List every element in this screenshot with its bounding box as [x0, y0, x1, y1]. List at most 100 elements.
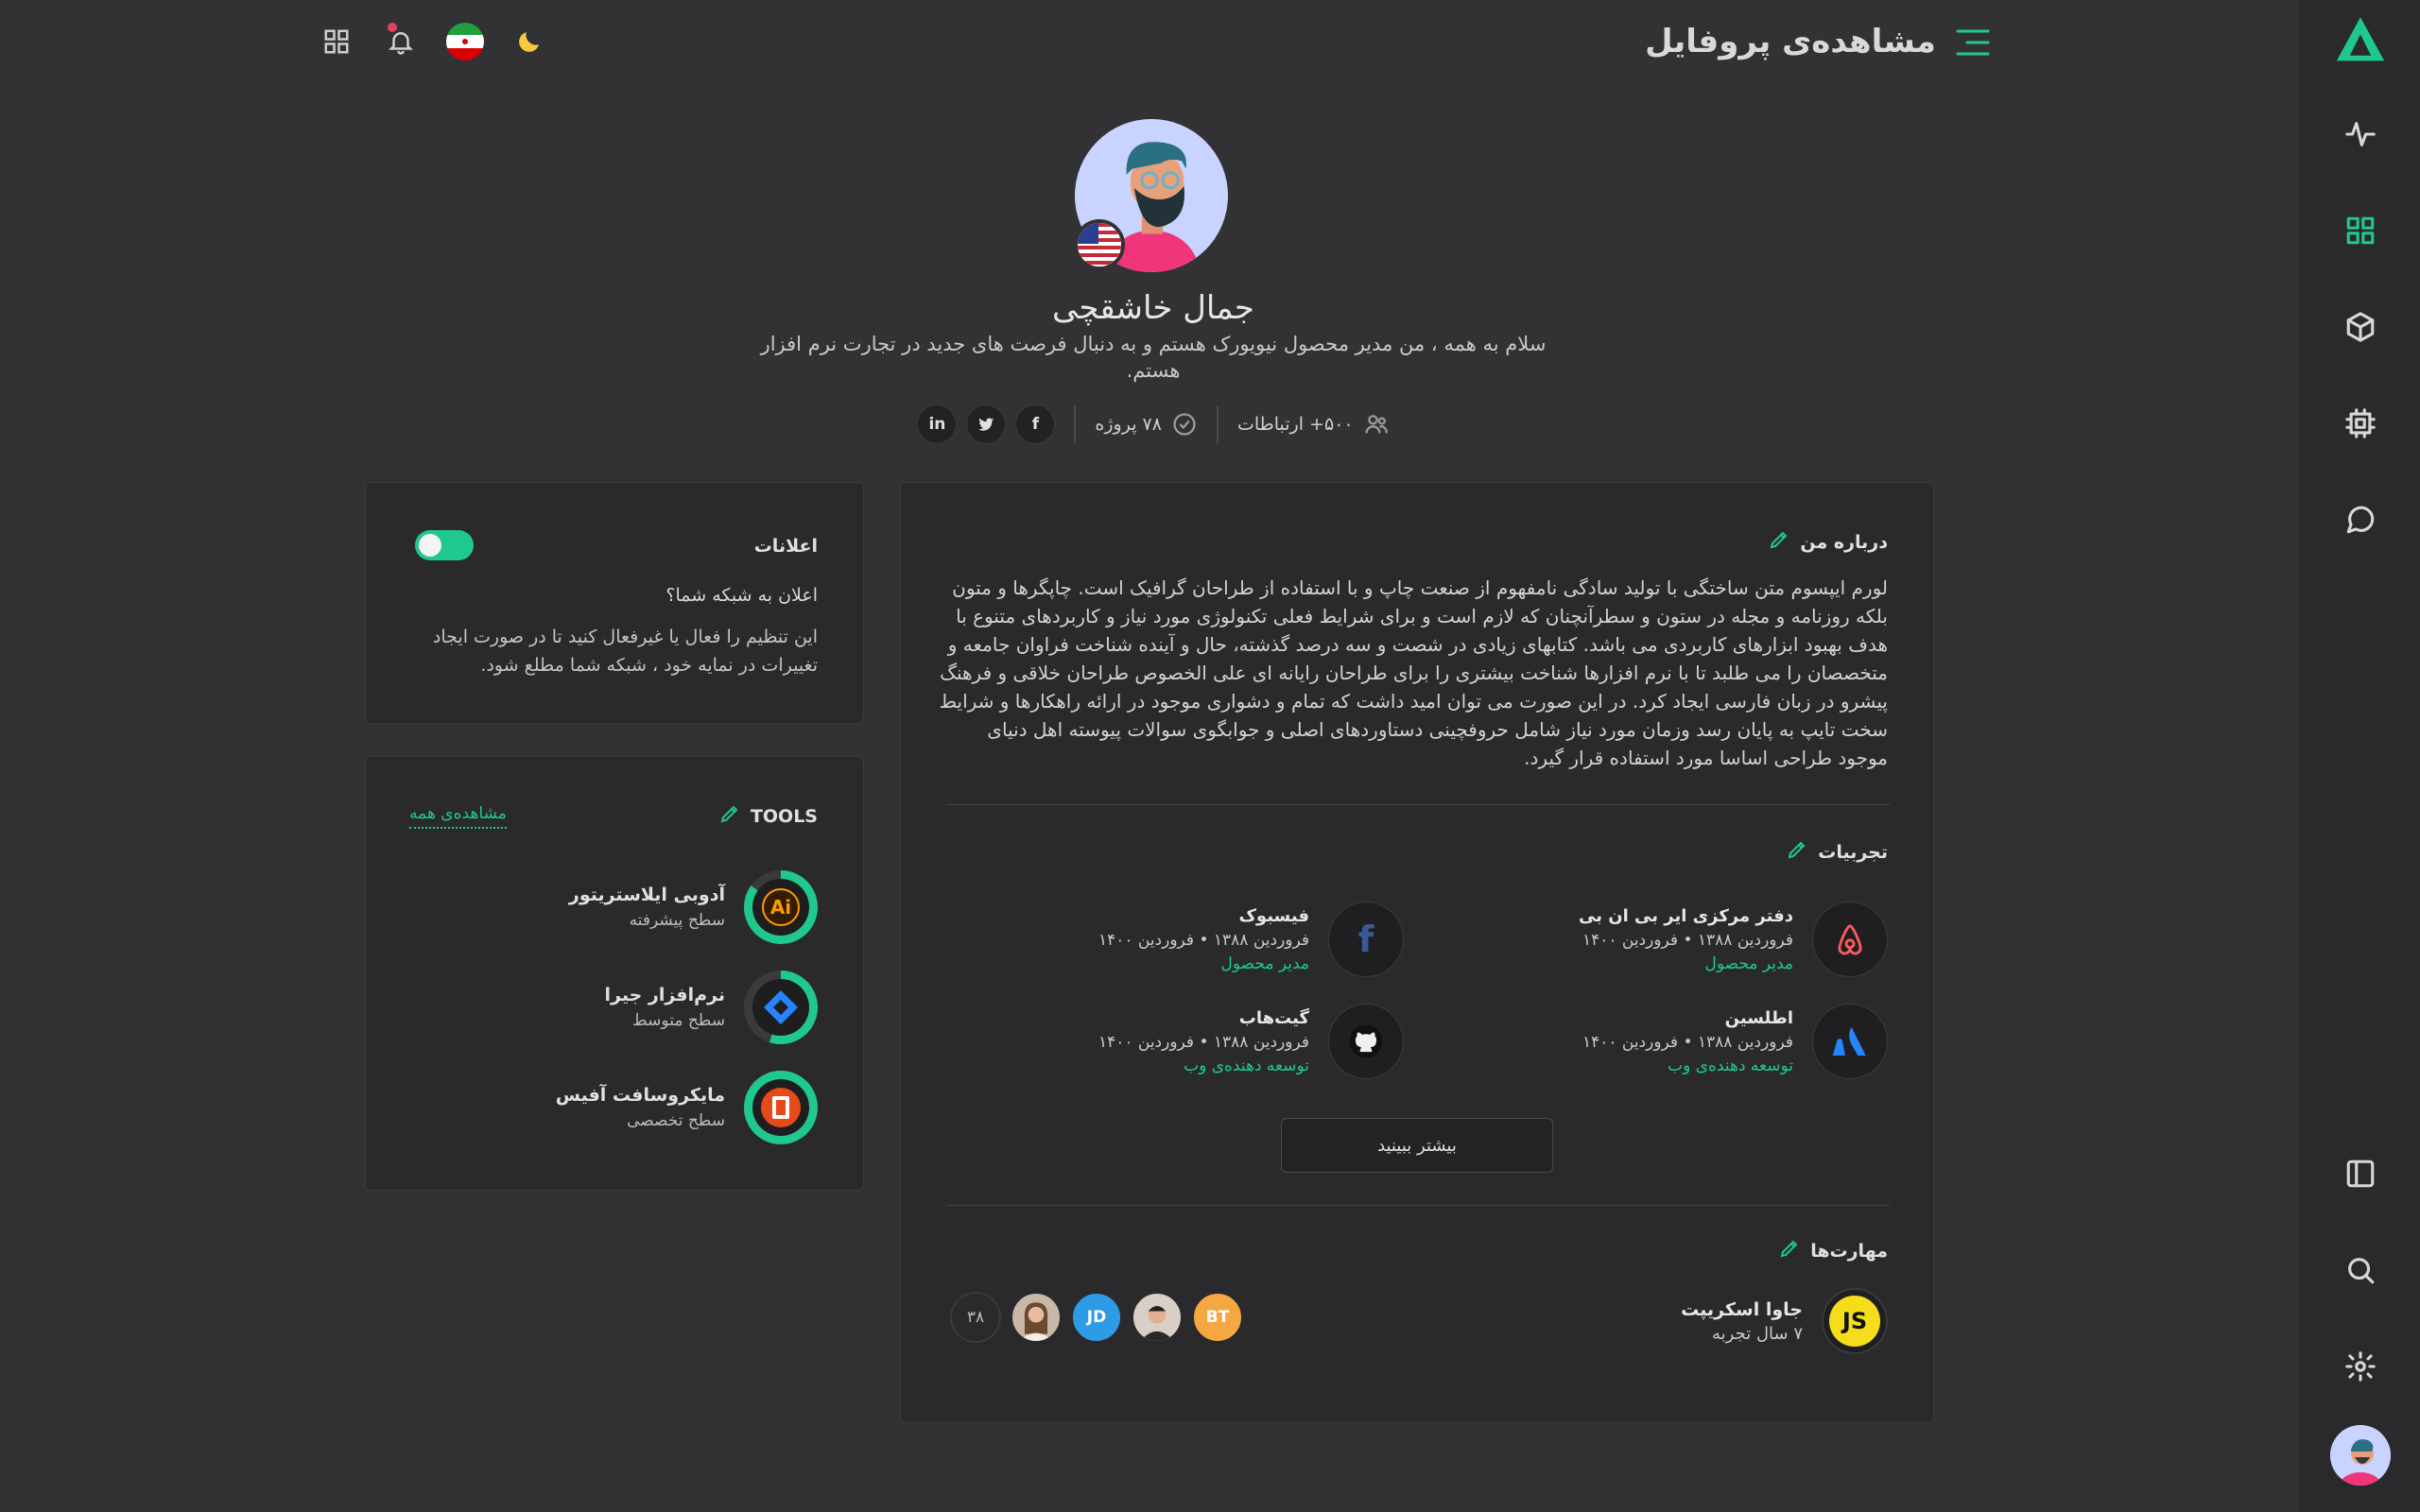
jira-icon — [752, 979, 809, 1036]
tools-title: TOOLS — [750, 805, 818, 827]
facebook-icon: f — [1328, 902, 1404, 977]
linkedin-link[interactable]: in — [917, 404, 958, 444]
experience-company: فیسبوک — [1238, 905, 1309, 926]
menu-toggle[interactable] — [1956, 28, 1990, 60]
experience-item[interactable]: f فیسبوک فروردین ۱۳۸۸ • فروردین ۱۴۰۰ مدی… — [959, 899, 1404, 980]
facebook-link[interactable]: f — [1015, 404, 1056, 444]
rail-dashboard[interactable] — [2300, 193, 2420, 268]
section-divider — [946, 804, 1890, 805]
rail-box[interactable] — [2300, 289, 2420, 365]
chat-icon — [2346, 506, 2375, 534]
rail-cpu[interactable] — [2300, 386, 2420, 461]
experience-dates: فروردین ۱۳۸۸ • فروردین ۱۴۰۰ — [1582, 930, 1793, 950]
tool-text: نرم‌افزار جیرا سطح متوسط — [605, 985, 726, 1030]
see-all-tools-link[interactable]: مشاهده‌ی همه — [409, 804, 507, 829]
github-icon — [1328, 1004, 1404, 1079]
users-icon — [1364, 415, 1388, 434]
social-links: f in — [917, 404, 1056, 444]
notifications-button[interactable] — [382, 23, 420, 60]
pencil-icon — [720, 805, 738, 823]
tool-level: سطح متوسط — [632, 1011, 725, 1030]
experience-text: گیت‌هاب فروردین ۱۳۸۸ • فروردین ۱۴۰۰ توسع… — [1098, 1008, 1309, 1075]
tool-text: آدوبی ایلاستریتور سطح پیشرفته — [569, 885, 725, 930]
top-actions — [318, 23, 548, 60]
experience-item[interactable]: گیت‌هاب فروردین ۱۳۸۸ • فروردین ۱۴۰۰ توسع… — [959, 1001, 1404, 1082]
endorser-avatar[interactable]: JD — [1071, 1292, 1122, 1343]
profile-details-card: درباره من لورم ایپسوم متن ساختگی با تولی… — [900, 482, 1934, 1423]
logo[interactable] — [2300, 2, 2420, 77]
profile-meta: ۵۰۰+ ارتباطات ۷۸ پروژه f in — [681, 404, 1626, 444]
experience-dates: فروردین ۱۳۸۸ • فروردین ۱۴۰۰ — [1098, 1032, 1309, 1052]
edit-skills-button[interactable] — [1778, 1237, 1801, 1264]
experience-company: گیت‌هاب — [1238, 1007, 1309, 1028]
rail-settings[interactable] — [2300, 1329, 2420, 1404]
activity-icon — [2345, 122, 2376, 146]
theme-toggle[interactable] — [510, 23, 548, 60]
rail-search[interactable] — [2300, 1232, 2420, 1308]
experience-text: دفتر مرکزی ایر بی ان بی فروردین ۱۳۸۸ • ف… — [1579, 906, 1793, 973]
endorser-avatar[interactable] — [1132, 1292, 1183, 1343]
endorsers: BT JD ۳۸ — [950, 1292, 1243, 1343]
see-more-button[interactable]: بیشتر ببینید — [1281, 1118, 1553, 1173]
office-icon — [752, 1079, 809, 1136]
side-rail — [2299, 0, 2420, 1512]
notifications-title: اعلانات — [753, 536, 818, 557]
language-button[interactable] — [446, 23, 484, 60]
notifications-description: این تنظیم را فعال یا غیرفعال کنید تا در … — [432, 627, 818, 676]
rail-chat[interactable] — [2300, 482, 2420, 558]
atlassian-icon — [1812, 1004, 1888, 1079]
cube-icon — [2346, 312, 2375, 342]
tool-progress: Ai — [744, 870, 818, 944]
apps-grid-icon — [324, 29, 349, 54]
tool-text: مایکروسافت آفیس سطح تخصصی — [556, 1085, 725, 1130]
cpu-icon — [2345, 408, 2376, 438]
apps-button[interactable] — [318, 23, 355, 60]
projects-label: ۷۸ پروژه — [1095, 414, 1162, 435]
us-flag-icon — [1074, 219, 1125, 270]
meta-divider — [1074, 405, 1077, 443]
tool-name: آدوبی ایلاستریتور — [568, 885, 725, 905]
experience-item[interactable]: دفتر مرکزی ایر بی ان بی فروردین ۱۳۸۸ • ف… — [1443, 899, 1888, 980]
about-title: درباره من — [1800, 531, 1888, 553]
tool-level: سطح پیشرفته — [629, 911, 725, 930]
more-endorsers-count[interactable]: ۳۸ — [950, 1292, 1001, 1343]
endorser-avatar[interactable]: BT — [1192, 1292, 1243, 1343]
skill-item[interactable]: JS جاوا اسکریپت ۷ سال تجربه — [1681, 1288, 1888, 1354]
skill-badge: JS — [1829, 1296, 1880, 1347]
experience-item[interactable]: اطلسین فروردین ۱۳۸۸ • فروردین ۱۴۰۰ توسعه… — [1443, 1001, 1888, 1082]
edit-tools-button[interactable] — [718, 802, 741, 830]
tool-name: مایکروسافت آفیس — [555, 1085, 725, 1106]
notifications-toggle[interactable] — [415, 530, 474, 560]
edit-experience-button[interactable] — [1786, 838, 1808, 866]
experience-text: اطلسین فروردین ۱۳۸۸ • فروردین ۱۴۰۰ توسعه… — [1582, 1008, 1793, 1075]
tool-item[interactable]: Ai آدوبی ایلاستریتور سطح پیشرفته — [411, 868, 818, 946]
tool-progress — [744, 1071, 818, 1144]
tool-name: نرم‌افزار جیرا — [604, 985, 726, 1005]
pencil-icon — [1788, 841, 1806, 859]
tool-item[interactable]: مایکروسافت آفیس سطح تخصصی — [411, 1069, 818, 1146]
check-circle-icon — [1173, 413, 1196, 436]
logo-icon — [2336, 17, 2385, 61]
rail-activity[interactable] — [2300, 96, 2420, 172]
tool-progress — [744, 971, 818, 1044]
section-divider — [946, 1205, 1890, 1206]
edit-about-button[interactable] — [1768, 528, 1790, 556]
tool-item[interactable]: نرم‌افزار جیرا سطح متوسط — [411, 969, 818, 1046]
skill-name: جاوا اسکریپت — [1681, 1298, 1803, 1320]
grid-icon — [2346, 216, 2375, 245]
page-title: مشاهده‌ی پروفایل — [1645, 23, 1936, 60]
skill-experience: ۷ سال تجربه — [1712, 1323, 1803, 1344]
experience-dates: فروردین ۱۳۸۸ • فروردین ۱۴۰۰ — [1098, 930, 1309, 950]
about-text: لورم ایپسوم متن ساختگی با تولید سادگی نا… — [939, 576, 1888, 769]
twitter-link[interactable] — [966, 404, 1007, 444]
notifications-question: اعلان به شبکه شما؟ — [666, 585, 818, 606]
experience-company: دفتر مرکزی ایر بی ان بی — [1578, 905, 1793, 926]
experience-text: فیسبوک فروردین ۱۳۸۸ • فروردین ۱۴۰۰ مدیر … — [1098, 906, 1309, 973]
iran-flag-icon — [446, 23, 484, 60]
endorser-avatar[interactable] — [1011, 1292, 1062, 1343]
experience-role: مدیر محصول — [1704, 954, 1794, 973]
pencil-icon — [1780, 1240, 1798, 1258]
user-avatar[interactable] — [2330, 1425, 2391, 1486]
notifications-card: اعلانات اعلان به شبکه شما؟ این تنظیم را … — [365, 482, 864, 724]
rail-panel[interactable] — [2300, 1136, 2420, 1211]
